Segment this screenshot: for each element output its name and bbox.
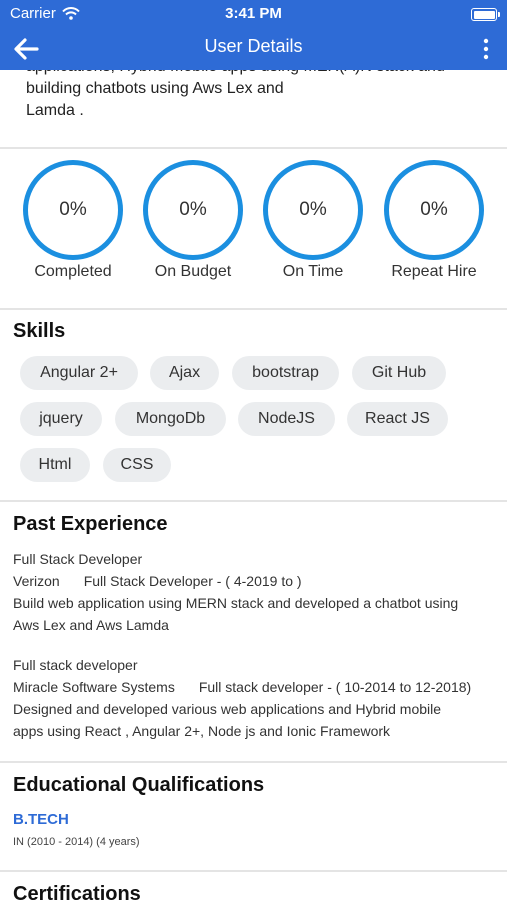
divider bbox=[0, 500, 507, 502]
overflow-menu-button[interactable] bbox=[477, 34, 495, 64]
skill-chip: React JS bbox=[347, 402, 448, 436]
stat-value: 0% bbox=[59, 199, 87, 220]
skill-chip: NodeJS bbox=[238, 402, 335, 436]
skill-chip: bootstrap bbox=[232, 356, 339, 390]
job-description: Build web application using MERN stack a… bbox=[13, 595, 459, 611]
job-role-period: Full stack developer - ( 10-2014 to 12-2… bbox=[198, 679, 472, 695]
skill-chip: Html bbox=[20, 448, 90, 482]
stat-on-time: 0% On Time bbox=[263, 160, 363, 280]
job-company-line: Verizon Full Stack Developer - ( 4-2019 t… bbox=[13, 573, 302, 589]
education-heading: Educational Qualifications bbox=[13, 774, 265, 796]
skill-chip: MongoDb bbox=[115, 402, 226, 436]
skill-chip: Ajax bbox=[150, 356, 219, 390]
stat-label: Completed bbox=[34, 263, 112, 280]
skill-chip: jquery bbox=[20, 402, 102, 436]
job-description: Aws Lex and Aws Lamda bbox=[13, 617, 169, 633]
progress-ring: 0% bbox=[143, 160, 243, 260]
skill-chip: CSS bbox=[103, 448, 171, 482]
about-text: applications, Hybrid Mobile apps using M… bbox=[0, 70, 507, 122]
app-header: Carrier 3:41 PM User Details bbox=[0, 0, 507, 70]
stat-on-budget: 0% On Budget bbox=[143, 160, 243, 280]
stat-repeat-hire: 0% Repeat Hire bbox=[384, 160, 484, 280]
stat-label: On Budget bbox=[154, 263, 232, 280]
skill-chip: Git Hub bbox=[352, 356, 446, 390]
job-title: Full Stack Developer bbox=[13, 551, 143, 567]
degree-name: B.TECH bbox=[13, 811, 69, 828]
degree-detail: IN (2010 - 2014) (4 years) bbox=[13, 836, 140, 848]
stat-label: Repeat Hire bbox=[391, 263, 477, 280]
skill-chip: Angular 2+ bbox=[20, 356, 138, 390]
progress-ring: 0% bbox=[23, 160, 123, 260]
stat-value: 0% bbox=[299, 199, 327, 220]
divider bbox=[0, 761, 507, 763]
stat-value: 0% bbox=[420, 199, 448, 220]
nav-bar: User Details bbox=[0, 28, 507, 70]
divider bbox=[0, 870, 507, 872]
scroll-content[interactable]: applications, Hybrid Mobile apps using M… bbox=[0, 70, 507, 900]
about-line: Lamda . bbox=[26, 102, 84, 119]
status-time: 3:41 PM bbox=[225, 5, 282, 22]
page-title: User Details bbox=[204, 36, 303, 56]
more-vertical-icon bbox=[483, 38, 489, 60]
job-description: apps using React , Angular 2+, Node js a… bbox=[13, 723, 391, 739]
stat-value: 0% bbox=[179, 199, 207, 220]
battery-icon bbox=[471, 8, 500, 21]
status-bar: Carrier 3:41 PM bbox=[0, 0, 507, 28]
experience-heading: Past Experience bbox=[13, 513, 168, 535]
job-title: Full stack developer bbox=[13, 657, 138, 673]
job-company: Miracle Software Systems bbox=[13, 679, 175, 695]
job-company-line: Miracle Software Systems Full stack devel… bbox=[13, 679, 471, 695]
divider bbox=[0, 308, 507, 310]
skills-heading: Skills bbox=[13, 320, 66, 342]
about-line: applications, Hybrid Mobile apps using M… bbox=[26, 70, 481, 78]
about-line: building chatbots using Aws Lex and bbox=[26, 80, 284, 97]
divider bbox=[0, 147, 507, 149]
job-role-period: Full Stack Developer - ( 4-2019 to ) bbox=[83, 573, 302, 589]
progress-ring: 0% bbox=[384, 160, 484, 260]
stat-completed: 0% Completed bbox=[23, 160, 123, 280]
certifications-heading: Certifications bbox=[13, 883, 141, 900]
progress-ring: 0% bbox=[263, 160, 363, 260]
stat-label: On Time bbox=[282, 263, 344, 280]
job-description: Designed and developed various web appli… bbox=[13, 701, 442, 717]
job-company: Verizon bbox=[13, 573, 60, 589]
